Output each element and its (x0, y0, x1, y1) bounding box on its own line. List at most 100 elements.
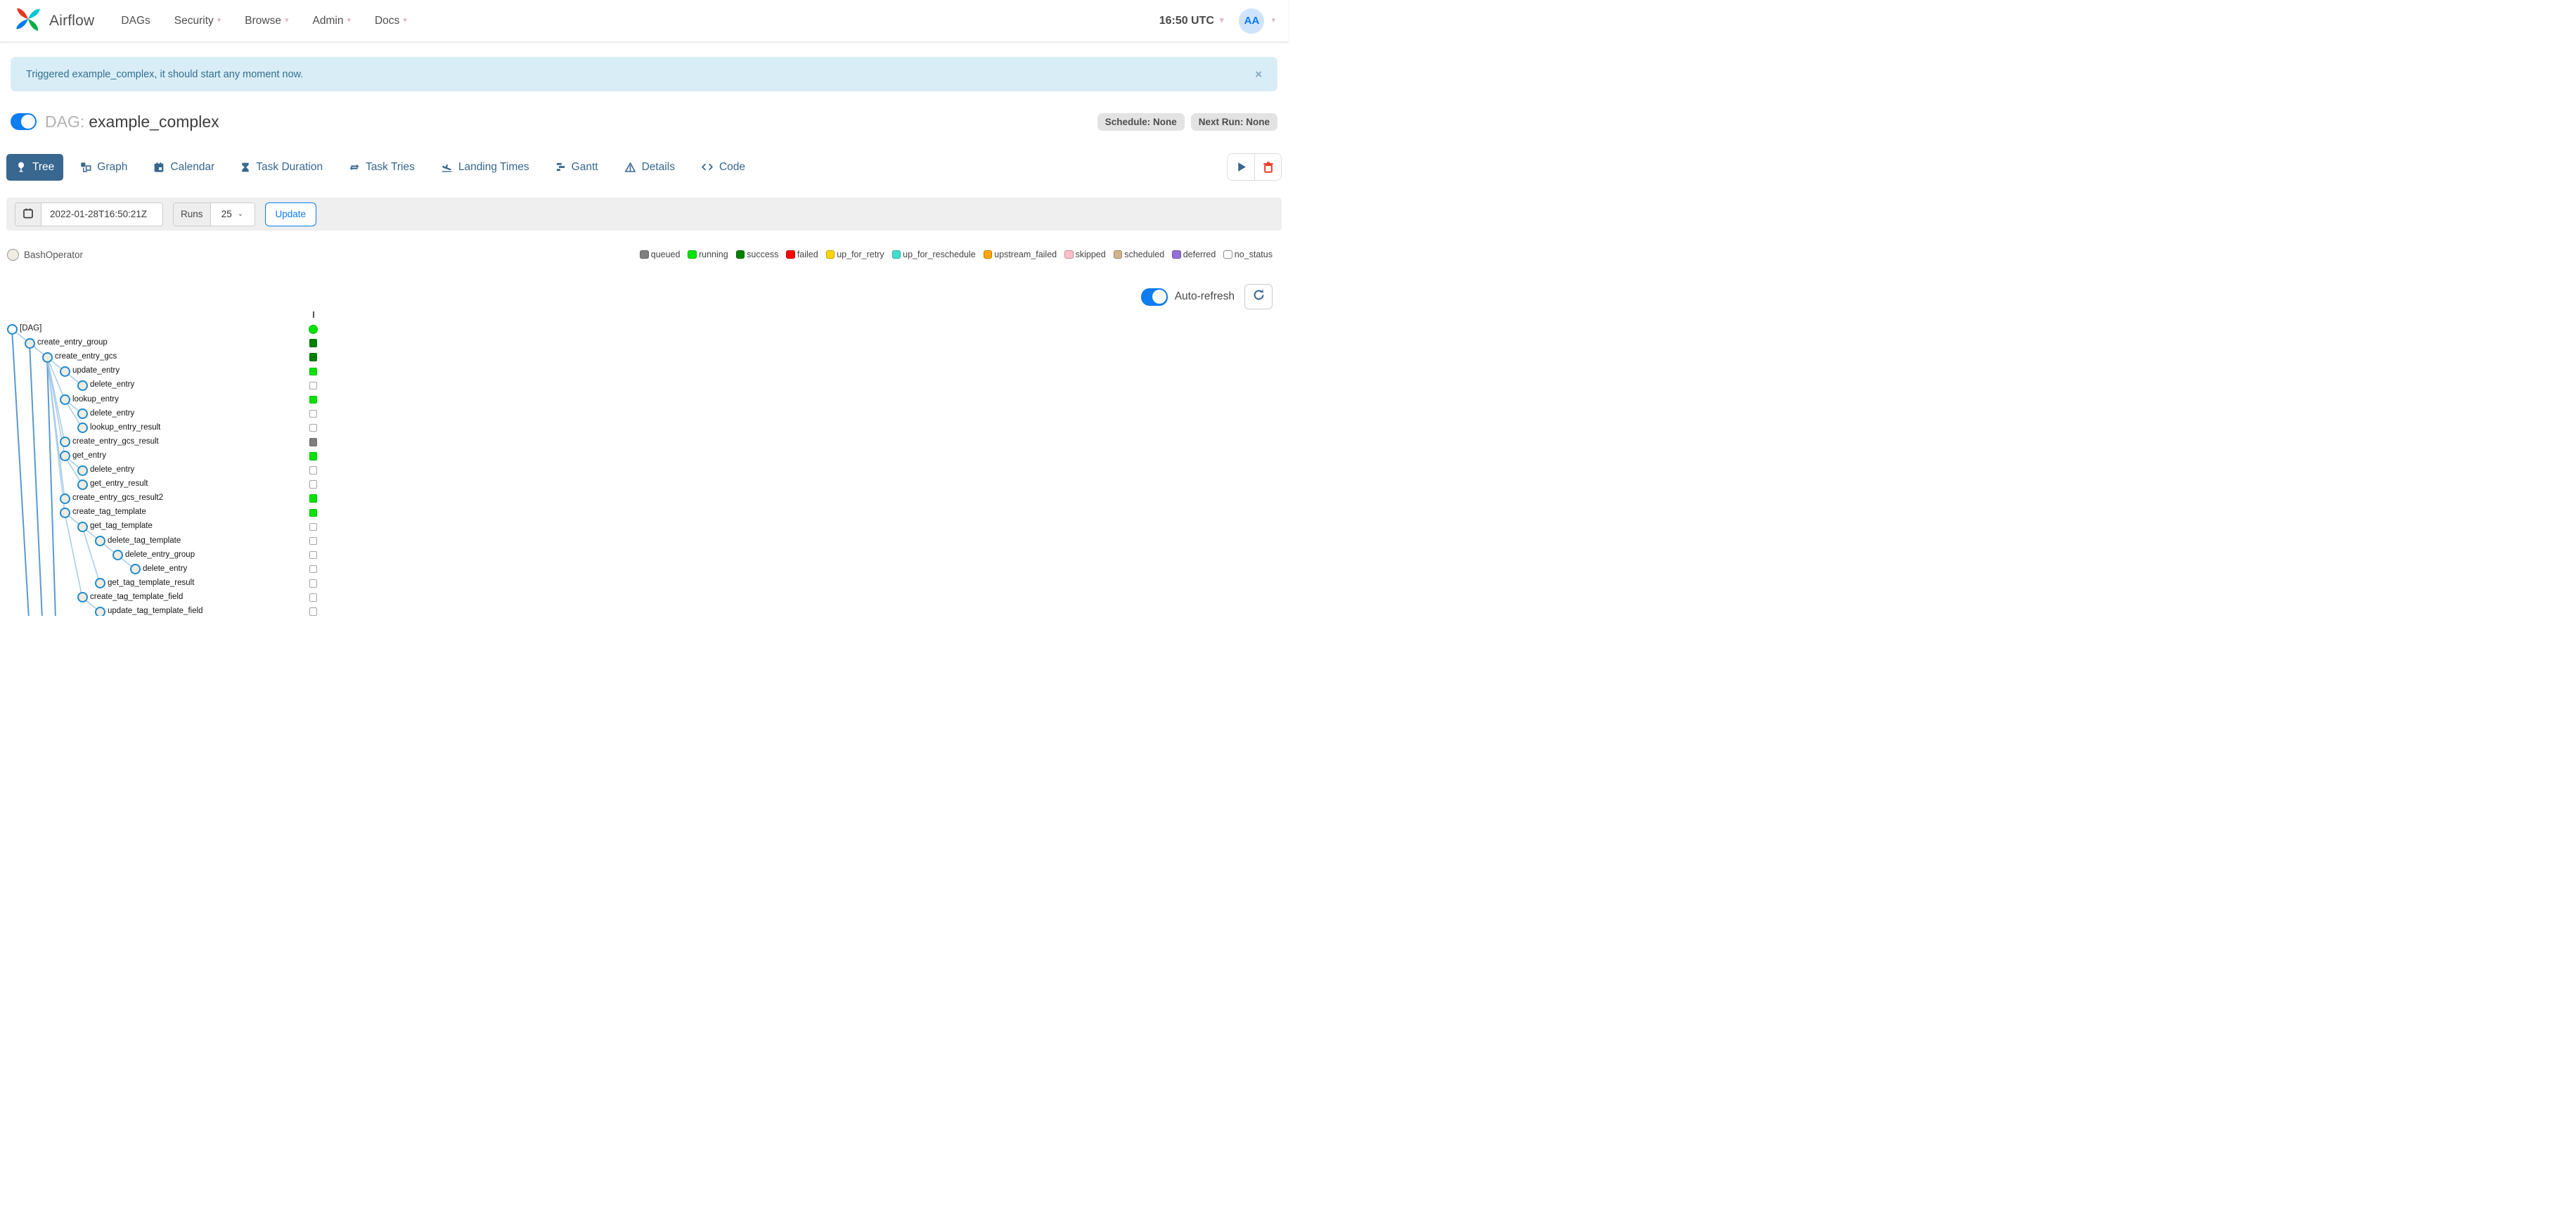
tree-node-circle[interactable] (77, 380, 88, 391)
tree-node-circle[interactable] (77, 592, 88, 603)
tree-node-circle[interactable] (59, 451, 70, 462)
task-status-square[interactable] (309, 452, 318, 460)
refresh-button[interactable] (1244, 284, 1273, 309)
task-label[interactable]: lookup_entry_result (90, 423, 160, 432)
task-status-square[interactable] (309, 438, 318, 446)
tree-node-circle[interactable] (77, 465, 88, 476)
tree-node-circle[interactable] (112, 550, 123, 561)
task-label[interactable]: create_entry_gcs (55, 352, 117, 361)
tab-gantt[interactable]: Gantt (546, 154, 607, 181)
nav-item-dags[interactable]: DAGs (121, 15, 150, 27)
tab-label: Landing Times (458, 160, 529, 173)
trigger-dag-button[interactable] (1228, 154, 1254, 180)
tree-node-circle[interactable] (6, 323, 18, 335)
status-label: success (747, 250, 779, 259)
tree-node-circle[interactable] (77, 408, 88, 420)
task-label[interactable]: delete_entry (90, 409, 134, 418)
tree-node-circle[interactable] (77, 479, 88, 490)
task-status-square[interactable] (309, 494, 318, 503)
task-status-square[interactable] (309, 536, 318, 546)
task-label[interactable]: [DAG] (20, 324, 41, 333)
task-status-square[interactable] (309, 353, 318, 361)
task-status-square[interactable] (309, 409, 318, 418)
task-status-square[interactable] (309, 339, 318, 347)
task-label[interactable]: get_entry (72, 451, 106, 460)
tab-task-tries[interactable]: Task Tries (340, 154, 424, 181)
task-label[interactable]: get_tag_template (90, 522, 153, 530)
nav-item-browse[interactable]: Browse ▾ (245, 15, 288, 27)
tab-task-duration[interactable]: Task Duration (231, 154, 332, 181)
task-status-square[interactable] (309, 423, 318, 432)
task-label[interactable]: create_tag_template_field (90, 593, 183, 601)
nav-item-security[interactable]: Security ▾ (174, 15, 221, 27)
tab-graph[interactable]: Graph (71, 154, 136, 181)
tree-node-circle[interactable] (41, 352, 53, 363)
tree-node-circle[interactable] (59, 493, 70, 504)
task-label[interactable]: delete_tag_template (108, 536, 181, 545)
nav-item-docs[interactable]: Docs ▾ (375, 15, 407, 27)
task-label[interactable]: create_entry_group (37, 338, 108, 347)
task-label[interactable]: create_entry_gcs_result2 (72, 494, 163, 502)
tab-landing-times[interactable]: Landing Times (432, 154, 539, 181)
task-label[interactable]: create_tag_template (72, 508, 146, 516)
task-label[interactable]: delete_entry (143, 565, 187, 573)
task-label[interactable]: delete_entry_group (125, 550, 195, 559)
info-badge: Next Run: None (1190, 112, 1277, 131)
tab-calendar[interactable]: Calendar (144, 154, 224, 181)
task-label[interactable]: delete_entry (90, 465, 134, 474)
status-legend-item-up_for_retry: up_for_retry (825, 250, 884, 259)
clock-menu[interactable]: 16:50 UTC ▾ (1159, 15, 1224, 27)
task-status-square[interactable] (309, 593, 318, 602)
task-label[interactable]: delete_entry (90, 380, 134, 389)
chevron-down-icon: ▾ (347, 16, 351, 25)
task-label[interactable]: update_entry (72, 366, 120, 375)
task-label[interactable]: get_tag_template_result (108, 579, 194, 587)
tree-node-circle[interactable] (59, 394, 70, 405)
task-label[interactable]: lookup_entry (72, 395, 119, 404)
task-status-square[interactable] (309, 381, 318, 390)
num-runs-group: Runs 25 ⌄ (173, 202, 255, 226)
tab-tree[interactable]: Tree (6, 153, 64, 181)
task-status-square[interactable] (309, 607, 318, 616)
task-status-square[interactable] (309, 395, 318, 404)
base-date-input[interactable] (41, 202, 162, 226)
auto-refresh-toggle[interactable] (1140, 288, 1168, 306)
tree-node-circle[interactable] (59, 366, 70, 377)
task-status-square[interactable] (309, 565, 318, 574)
brand[interactable]: Airflow (13, 4, 94, 38)
tree-node-circle[interactable] (59, 507, 70, 518)
dag-run-status-circle[interactable] (309, 324, 318, 334)
tree-node-circle[interactable] (59, 437, 70, 448)
tree-node-circle[interactable] (129, 564, 141, 575)
dag-pause-toggle[interactable] (11, 113, 37, 130)
tree-node-circle[interactable] (77, 423, 88, 434)
tab-label: Task Tries (366, 160, 415, 173)
tree-node-circle[interactable] (94, 536, 105, 546)
task-label[interactable]: update_tag_template_field (108, 607, 203, 615)
tree-node-circle[interactable] (94, 578, 105, 589)
num-runs-select[interactable]: 25 ⌄ (210, 202, 255, 226)
toggle-knob (1152, 289, 1166, 304)
legend-row: BashOperator queued running success failed u… (0, 244, 1280, 265)
task-status-square[interactable] (309, 550, 318, 560)
tab-code[interactable]: Code (692, 154, 754, 181)
tree-node-circle[interactable] (94, 606, 105, 616)
tab-label: Tree (32, 160, 55, 173)
task-label[interactable]: get_entry_result (90, 479, 148, 488)
close-icon[interactable]: × (1255, 67, 1262, 82)
user-menu[interactable]: AA ▾ (1239, 8, 1275, 34)
tab-details[interactable]: Details (615, 154, 684, 181)
tab-label: Gantt (571, 160, 598, 173)
task-status-square[interactable] (309, 466, 318, 475)
task-status-square[interactable] (309, 508, 318, 517)
task-label[interactable]: create_entry_gcs_result (72, 437, 159, 446)
update-button[interactable]: Update (264, 202, 317, 226)
tree-node-circle[interactable] (77, 521, 88, 532)
tree-node-circle[interactable] (24, 337, 35, 349)
nav-item-admin[interactable]: Admin ▾ (313, 15, 351, 27)
task-status-square[interactable] (309, 579, 318, 588)
delete-dag-button[interactable] (1254, 154, 1281, 180)
task-status-square[interactable] (309, 480, 318, 489)
task-status-square[interactable] (309, 367, 318, 376)
task-status-square[interactable] (309, 522, 318, 531)
